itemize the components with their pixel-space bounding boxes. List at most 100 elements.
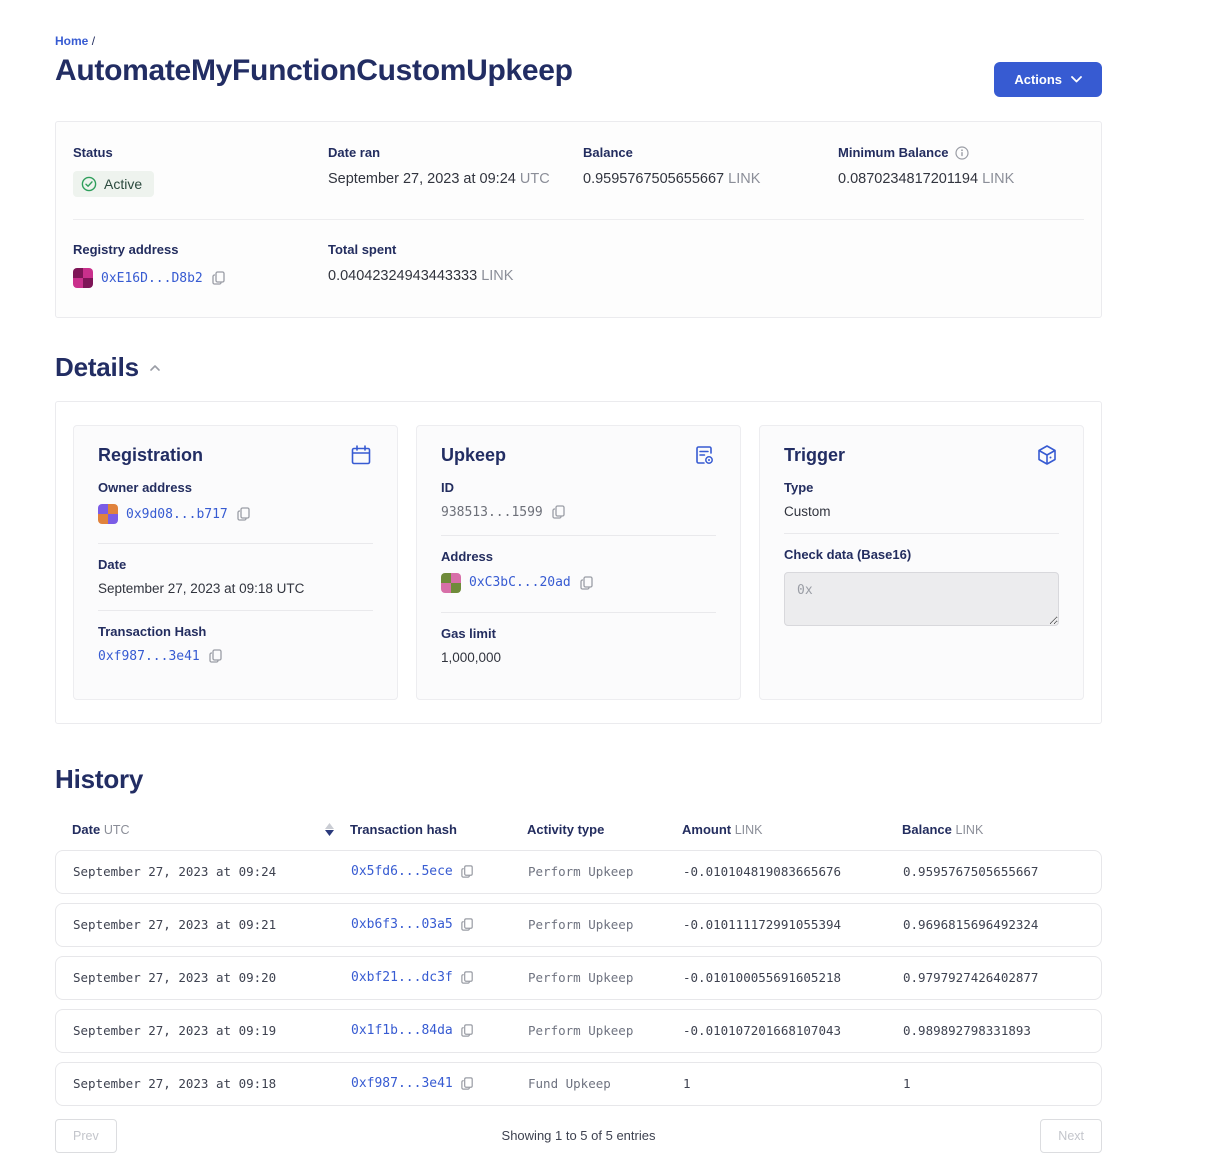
copy-icon [460, 970, 475, 985]
row-balance: 0.9797927426402877 [903, 970, 1084, 985]
row-amount: -0.010104819083665676 [683, 864, 903, 879]
copy-icon [460, 1076, 475, 1091]
registry-address-link[interactable]: 0xE16D...D8b2 [101, 271, 203, 286]
total-spent-label: Total spent [328, 242, 1084, 257]
row-activity-type: Perform Upkeep [528, 864, 683, 879]
breadcrumb-separator: / [92, 34, 95, 48]
registration-date-label: Date [98, 557, 373, 572]
min-balance-label: Minimum Balance [838, 145, 949, 160]
column-header-transaction-hash: Transaction hash [350, 822, 527, 837]
check-data-textarea[interactable] [784, 572, 1059, 626]
owner-identicon [98, 504, 118, 524]
sort-button[interactable] [323, 821, 336, 838]
min-balance-value: 0.0870234817201194 [838, 171, 978, 187]
column-header-activity-type: Activity type [527, 822, 682, 837]
balance-suffix: LINK [728, 171, 760, 187]
trigger-title: Trigger [784, 445, 845, 466]
copy-icon [460, 917, 475, 932]
registration-panel: Registration Owner address 0x9d08...b717 [73, 425, 398, 700]
prev-button[interactable]: Prev [55, 1119, 117, 1153]
next-button[interactable]: Next [1040, 1119, 1102, 1153]
copy-upkeep-address-button[interactable] [579, 575, 595, 591]
copy-icon [208, 648, 224, 664]
upkeep-address-identicon [441, 573, 461, 593]
status-badge: Active [73, 171, 154, 197]
copy-tx-button[interactable] [460, 864, 475, 879]
owner-address-link[interactable]: 0x9d08...b717 [126, 507, 228, 522]
total-spent-field: Total spent 0.04042324943443333 LINK [328, 242, 1084, 293]
balance-field: Balance 0.9595767505655667 LINK [583, 145, 838, 197]
registry-address-label: Registry address [73, 242, 328, 257]
registration-title: Registration [98, 445, 203, 466]
copy-registry-address-button[interactable] [211, 270, 227, 286]
check-circle-icon [81, 176, 97, 192]
breadcrumb-home-link[interactable]: Home [55, 34, 88, 48]
balance-label: Balance [583, 145, 838, 160]
trigger-type-value: Custom [784, 504, 1059, 519]
row-balance: 0.9595767505655667 [903, 864, 1084, 879]
row-activity-type: Perform Upkeep [528, 970, 683, 985]
copy-owner-address-button[interactable] [236, 506, 252, 522]
row-activity-type: Perform Upkeep [528, 1023, 683, 1038]
details-heading: Details [55, 352, 139, 383]
row-date: September 27, 2023 at 09:24 [73, 864, 351, 879]
row-tx-link[interactable]: 0xbf21...dc3f [351, 970, 453, 985]
column-header-date[interactable]: Date UTC [72, 821, 350, 838]
trigger-type-label: Type [784, 480, 1059, 495]
copy-icon [551, 504, 567, 520]
actions-button[interactable]: Actions [994, 62, 1102, 97]
row-tx-link[interactable]: 0xf987...3e41 [351, 1076, 453, 1091]
total-spent-suffix: LINK [481, 268, 513, 284]
history-rows: September 27, 2023 at 09:24 0x5fd6...5ec… [55, 850, 1102, 1106]
upkeep-address-label: Address [441, 549, 716, 564]
table-row: September 27, 2023 at 09:24 0x5fd6...5ec… [55, 850, 1102, 894]
copy-icon [236, 506, 252, 522]
info-icon[interactable] [955, 146, 969, 160]
row-tx-link[interactable]: 0xb6f3...03a5 [351, 917, 453, 932]
summary-divider [73, 219, 1084, 220]
row-tx-link[interactable]: 0x1f1b...84da [351, 1023, 453, 1038]
trigger-panel: Trigger Type Custom Check data (Base16) [759, 425, 1084, 700]
upkeep-panel: Upkeep ID 938513...1599 [416, 425, 741, 700]
status-label: Status [73, 145, 328, 160]
copy-tx-button[interactable] [460, 917, 475, 932]
column-header-balance: Balance LINK [902, 822, 1085, 837]
copy-tx-button[interactable] [460, 970, 475, 985]
row-amount: 1 [683, 1076, 903, 1091]
copy-tx-button[interactable] [460, 1023, 475, 1038]
registry-identicon [73, 268, 93, 288]
row-balance: 1 [903, 1076, 1084, 1091]
status-field: Status Active [73, 145, 328, 197]
copy-icon [579, 575, 595, 591]
row-tx-link[interactable]: 0x5fd6...5ece [351, 864, 453, 879]
copy-transaction-hash-button[interactable] [208, 648, 224, 664]
transaction-hash-link[interactable]: 0xf987...3e41 [98, 649, 200, 664]
row-date: September 27, 2023 at 09:21 [73, 917, 351, 932]
row-activity-type: Perform Upkeep [528, 917, 683, 932]
upkeep-id-field: ID 938513...1599 [441, 467, 716, 535]
copy-upkeep-id-button[interactable] [551, 504, 567, 520]
upkeep-address-link[interactable]: 0xC3bC...20ad [469, 575, 571, 590]
upkeep-id-label: ID [441, 480, 716, 495]
table-row: September 27, 2023 at 09:21 0xb6f3...03a… [55, 903, 1102, 947]
row-date: September 27, 2023 at 09:19 [73, 1023, 351, 1038]
sort-desc-icon [325, 830, 334, 836]
summary-card: Status Active Date ran September 27, 202… [55, 121, 1102, 318]
date-column-label: Date [72, 822, 100, 837]
row-activity-type: Fund Upkeep [528, 1076, 683, 1091]
collapse-chevron-up-icon[interactable] [149, 364, 161, 372]
document-gear-icon [692, 443, 716, 467]
breadcrumb: Home / [55, 34, 1102, 48]
table-row: September 27, 2023 at 09:20 0xbf21...dc3… [55, 956, 1102, 1000]
gas-limit-label: Gas limit [441, 626, 716, 641]
check-data-field: Check data (Base16) [784, 533, 1059, 645]
row-amount: -0.010111172991055394 [683, 917, 903, 932]
actions-button-label: Actions [1014, 72, 1062, 87]
trigger-type-field: Type Custom [784, 467, 1059, 533]
owner-address-field: Owner address 0x9d08...b717 [98, 467, 373, 543]
date-column-suffix: UTC [104, 823, 130, 837]
row-balance: 0.989892798331893 [903, 1023, 1084, 1038]
date-ran-value: September 27, 2023 at 09:24 [328, 171, 516, 187]
upkeep-title: Upkeep [441, 445, 506, 466]
copy-tx-button[interactable] [460, 1076, 475, 1091]
